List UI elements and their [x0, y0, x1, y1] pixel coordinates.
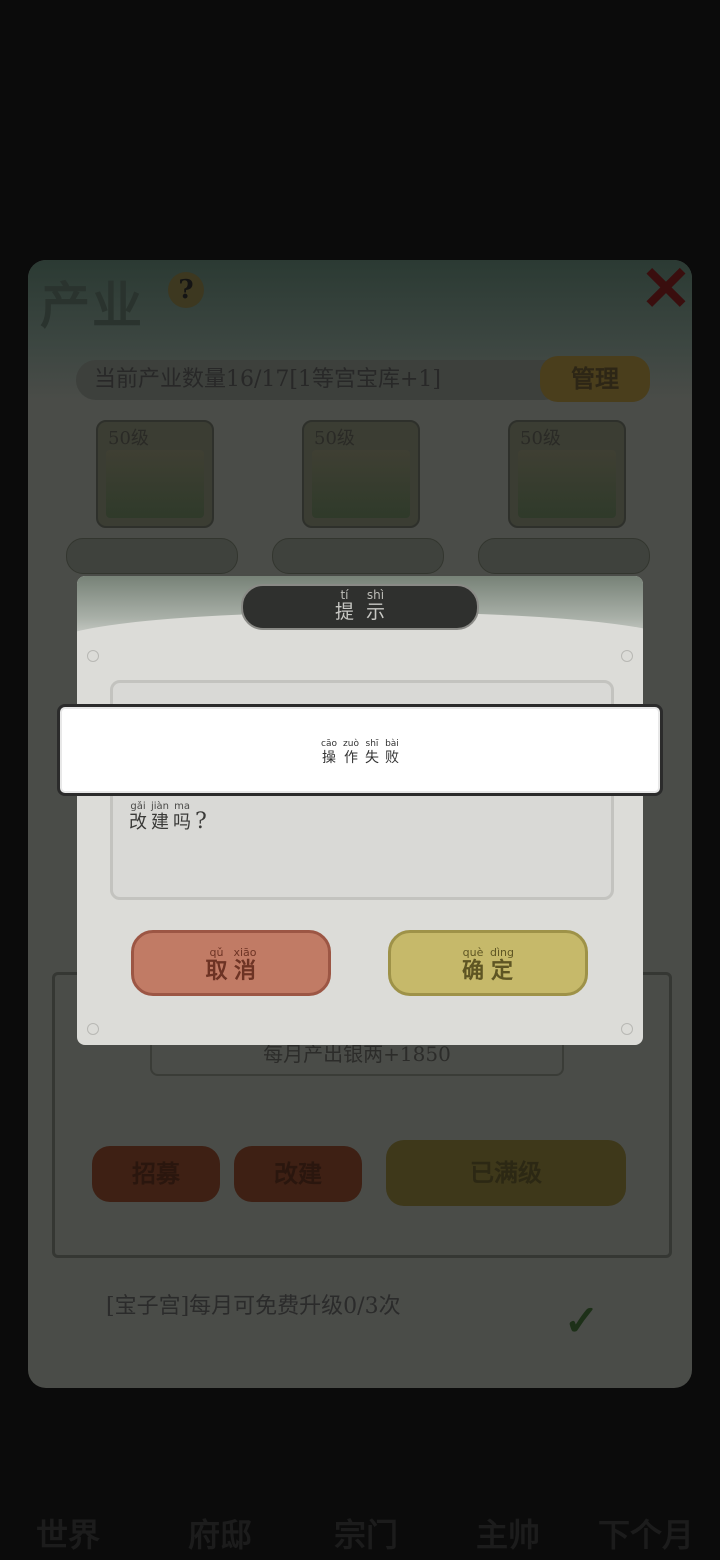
nav-mansion[interactable]: 府邸 — [188, 1510, 252, 1556]
toast-message: cāo 操 zuò 作 shī 失 bài 败 — [321, 739, 399, 766]
card-selector[interactable] — [272, 538, 444, 574]
free-upgrade-info: [宝子宫]每月可免费升级0/3次 — [106, 1294, 401, 1319]
card-level: 50级 — [520, 428, 561, 449]
dialog-message: gǎi 改 jiàn 建 ma 吗? — [129, 801, 207, 834]
recruit-button[interactable]: 招募 — [92, 1146, 220, 1202]
question-mark: ? — [195, 809, 207, 834]
card-selector[interactable] — [478, 538, 650, 574]
help-icon[interactable]: ? — [168, 272, 204, 308]
checkmark-icon[interactable]: ✓ — [564, 1296, 599, 1345]
frame-corner — [621, 650, 633, 662]
industry-count-info: 当前产业数量16/17[1等宫宝库+1] — [76, 360, 564, 400]
title-char: shì 示 — [366, 588, 386, 623]
confirm-button[interactable]: què 确 dìng 定 — [388, 930, 588, 996]
frame-corner — [621, 1023, 633, 1035]
card-image — [106, 450, 204, 518]
title-char: tí 提 — [334, 588, 354, 623]
error-toast: cāo 操 zuò 作 shī 失 bài 败 — [57, 704, 663, 796]
confirm-dialog: tí 提 shì 示 gǎi 改 jiàn 建 ma 吗? qǔ 取 xiāo 消 què 确 dì… — [77, 576, 643, 1045]
card-level: 50级 — [108, 428, 149, 449]
industry-card[interactable]: 50级 — [96, 420, 214, 528]
frame-corner — [87, 650, 99, 662]
frame-corner — [87, 1023, 99, 1035]
industry-card[interactable]: 50级 — [302, 420, 420, 528]
nav-world[interactable]: 世界 — [36, 1510, 100, 1556]
cancel-button[interactable]: qǔ 取 xiāo 消 — [131, 930, 331, 996]
card-selector[interactable] — [66, 538, 238, 574]
rebuild-button[interactable]: 改建 — [234, 1146, 362, 1202]
card-level: 50级 — [314, 428, 355, 449]
nav-commander[interactable]: 主帅 — [476, 1510, 540, 1556]
nav-sect[interactable]: 宗门 — [334, 1510, 398, 1556]
panel-title: 产业 — [40, 276, 144, 335]
card-image — [518, 450, 616, 518]
nav-next-month[interactable]: 下个月 — [598, 1510, 694, 1556]
max-level-button[interactable]: 已满级 — [386, 1140, 626, 1206]
manage-button[interactable]: 管理 — [540, 356, 650, 402]
bottom-nav: 世界 府邸 宗门 主帅 下个月 — [0, 1500, 720, 1560]
dialog-title: tí 提 shì 示 — [241, 584, 479, 630]
card-image — [312, 450, 410, 518]
close-icon[interactable]: ✕ — [640, 252, 692, 325]
industry-card[interactable]: 50级 — [508, 420, 626, 528]
